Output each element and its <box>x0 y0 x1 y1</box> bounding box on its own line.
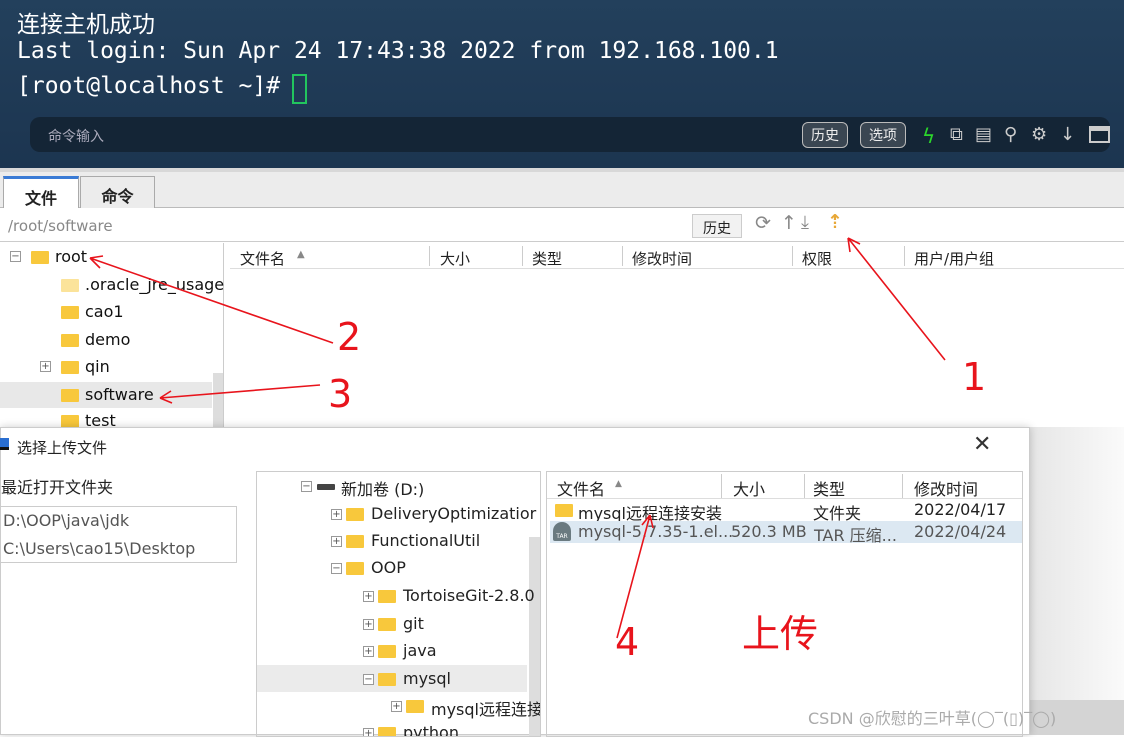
annotation-upload: 上传 <box>742 612 819 656</box>
annotation-1: 1 <box>962 355 987 399</box>
annotation-arrows <box>89 237 946 639</box>
annotation-4: 4 <box>615 620 640 664</box>
arrow-1 <box>847 237 946 361</box>
annotation-3: 3 <box>328 372 353 416</box>
annotation-2: 2 <box>337 315 362 359</box>
arrow-2 <box>89 255 334 344</box>
arrow-3 <box>159 384 321 404</box>
